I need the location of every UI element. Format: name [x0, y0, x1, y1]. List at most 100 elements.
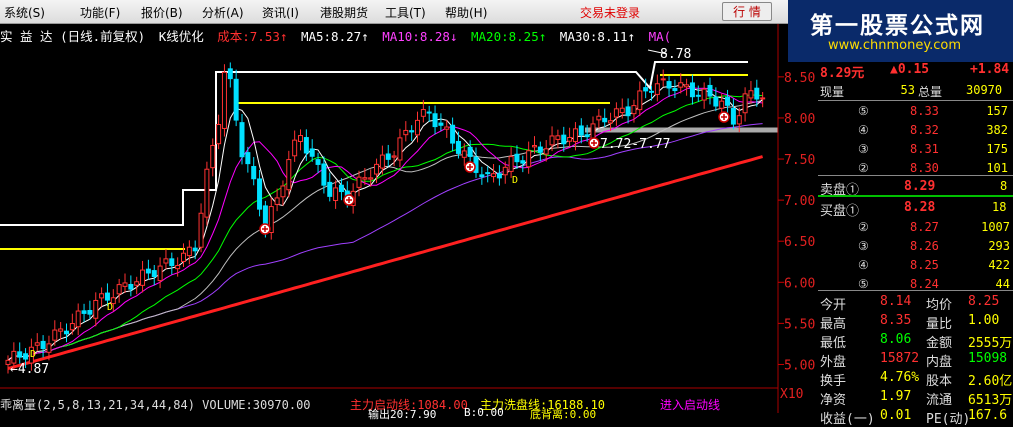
menu-item-2[interactable]: 报价(B) — [141, 4, 183, 21]
candle-body — [701, 88, 707, 101]
candle-body — [637, 90, 643, 111]
candle-body — [221, 71, 227, 129]
candle-body — [391, 155, 397, 158]
stat-row: 最低 8.06 金额 2555万 — [818, 330, 1013, 351]
logo-title: 第一股票公式网 — [810, 13, 985, 39]
stat-row: 外盘 15872 内盘 15098 — [818, 349, 1013, 370]
candle-body — [608, 120, 614, 124]
candle-body — [467, 146, 473, 157]
stat-cell: 8.14 — [880, 294, 912, 309]
stat-cell: 收益(一) — [820, 412, 875, 427]
buy1-vol: 18 — [992, 200, 1007, 214]
candle-body — [520, 160, 526, 164]
candle-body — [631, 105, 637, 115]
level-vol: 422 — [988, 258, 1010, 272]
level-vol: 382 — [986, 123, 1008, 137]
candle-body — [532, 145, 537, 148]
candle-body — [69, 323, 75, 331]
candle-body — [163, 258, 169, 264]
candle-body — [643, 87, 649, 92]
low-price-label: ←4.87 — [10, 362, 49, 377]
y-tick-label: 5.00 — [784, 358, 815, 373]
candle-body — [596, 115, 602, 121]
candle-body — [286, 159, 292, 191]
candle-body — [684, 84, 690, 88]
candle-body — [23, 353, 29, 360]
candle-body — [17, 351, 23, 358]
candle-body — [99, 293, 105, 299]
menu-item-6[interactable]: 工具(T) — [385, 4, 426, 21]
menu-item-1[interactable]: 功能(F) — [80, 4, 120, 21]
candle-body — [625, 106, 631, 117]
indicator-left: 乖离量(2,5,8,13,21,34,44,84) VOLUME:30970.0… — [0, 398, 311, 412]
stat-row: 今开 8.14 均价 8.25 — [818, 292, 1013, 313]
candle-body — [502, 166, 508, 176]
candle-body — [181, 252, 186, 262]
xianliang-value: 53 — [900, 83, 915, 97]
login-status[interactable]: 交易未登录 — [580, 4, 640, 21]
indicator-name[interactable]: K线优化 — [159, 29, 204, 44]
candle-body — [420, 109, 426, 117]
candle-body — [239, 122, 245, 158]
level-price: 8.26 — [910, 239, 939, 253]
candle-body — [584, 134, 590, 138]
candle-body — [432, 113, 438, 128]
candle-body — [491, 173, 497, 178]
level-vol: 1007 — [981, 220, 1010, 234]
range-label: 7.72-7.77 — [600, 137, 670, 152]
candle-body — [169, 258, 175, 267]
sell1-price: 8.29 — [904, 179, 936, 194]
stat-cell: 167.6 — [968, 408, 1008, 423]
stat-cell: 8.35 — [880, 313, 912, 328]
candle-body — [496, 173, 502, 179]
menu-item-3[interactable]: 分析(A) — [202, 4, 244, 21]
candle-body — [374, 163, 380, 175]
candle-body — [555, 135, 561, 140]
y-tick-label: 8.00 — [784, 112, 815, 127]
candle-body — [210, 144, 216, 169]
indicator-bar: 乖离量(2,5,8,13,21,34,44,84) VOLUME:30970.0… — [0, 392, 780, 421]
divergence-label: D — [512, 175, 518, 186]
stock-name: 实 益 达 (日线.前复权) — [0, 29, 146, 44]
candle-body — [526, 150, 532, 168]
candle-body — [619, 107, 625, 114]
buy1-label: 买盘① — [820, 204, 860, 219]
menu-item-5[interactable]: 港股期货 — [320, 4, 368, 21]
panel-divider — [818, 290, 1013, 291]
candle-body — [333, 187, 339, 201]
candle-body — [34, 342, 40, 346]
candle-body — [233, 78, 239, 121]
candle-body — [748, 90, 754, 99]
xianliang-label: 现量 — [820, 85, 845, 99]
stat-row: 收益(一) 0.01 PE(动) 167.6 — [818, 406, 1013, 427]
menu-item-7[interactable]: 帮助(H) — [445, 4, 487, 21]
candle-body — [75, 310, 81, 328]
y-tick-label: 7.00 — [784, 194, 815, 209]
candle-body — [227, 68, 233, 80]
level-num: ④ — [858, 258, 869, 272]
candle-body — [461, 150, 467, 158]
output-20: 输出20:7.90 — [368, 408, 437, 421]
candle-body — [426, 111, 432, 114]
candle-body — [397, 137, 403, 161]
candle-body — [303, 137, 309, 154]
sell-level-row: ③ 8.31 175 — [818, 140, 1013, 160]
price-change: ▲0.15 — [890, 62, 930, 77]
level-vol: 44 — [995, 277, 1010, 291]
kline-chart[interactable]: D D D 8.78 ←4.87 7.72-7.77 8.50 8.00 7.50 7.00 6.… — [0, 0, 818, 413]
candle-body — [245, 152, 251, 165]
quote-button[interactable]: 行 情 — [722, 2, 772, 21]
level-num: ③ — [858, 239, 869, 253]
candle-body — [46, 343, 52, 353]
menu-item-4[interactable]: 资讯(I) — [262, 4, 299, 21]
menu-item-0[interactable]: 系统(S) — [4, 4, 45, 21]
stat-cell: 15872 — [880, 351, 920, 366]
candle-body — [719, 100, 725, 109]
ma5-value: MA5:8.27↑ — [300, 29, 369, 44]
candle-body — [128, 283, 134, 290]
level-price: 8.32 — [910, 123, 939, 137]
stat-cell: PE(动) — [926, 412, 971, 427]
candle-body — [81, 310, 87, 314]
candle-body — [104, 292, 110, 301]
candle-body — [64, 330, 69, 335]
